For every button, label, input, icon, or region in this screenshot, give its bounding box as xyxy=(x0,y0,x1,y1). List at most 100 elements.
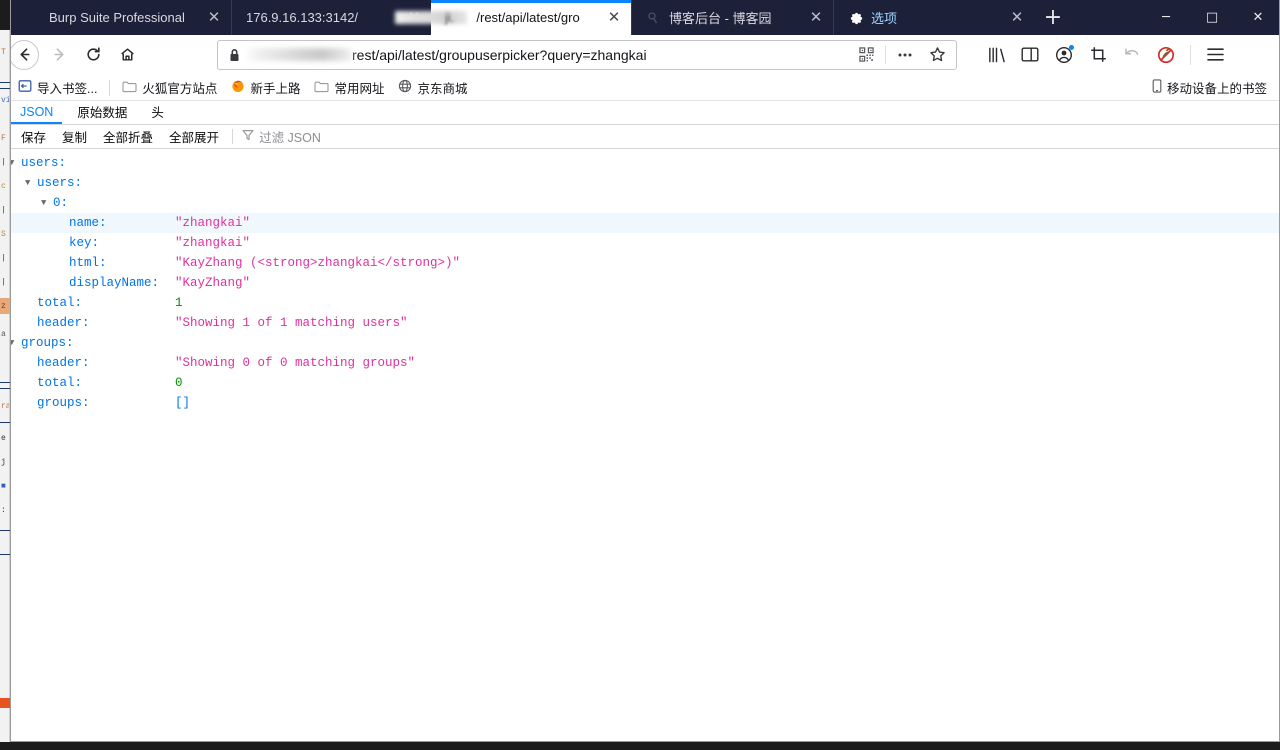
json-row-spacer: ▼ xyxy=(57,218,69,228)
blog-favicon-icon xyxy=(646,10,662,26)
globe-icon xyxy=(398,79,412,96)
json-row[interactable]: ▼groups: [] xyxy=(11,393,1279,413)
json-row-spacer: ▼ xyxy=(25,358,37,368)
bookmark-item[interactable]: 京东商城 xyxy=(391,75,474,100)
json-value: 1 xyxy=(175,296,183,310)
bookmarks-bar: 导入书签... 火狐官方站点 新手上路 常用网址 京东商城 移动设备上的书签 xyxy=(11,75,1279,101)
maximize-button[interactable]: □ xyxy=(1189,0,1235,35)
forward-arrow-icon[interactable] xyxy=(43,39,75,71)
new-tab-button[interactable]: + xyxy=(1034,0,1072,35)
json-key: users: xyxy=(37,176,83,190)
json-row[interactable]: ▼header: "Showing 1 of 1 matching users" xyxy=(11,313,1279,333)
gear-icon xyxy=(848,10,864,26)
bookmark-label: 京东商城 xyxy=(417,82,468,96)
home-icon[interactable] xyxy=(111,39,143,71)
json-row[interactable]: ▼ 0: xyxy=(11,193,1279,213)
bookmark-label: 火狐官方站点 xyxy=(142,82,218,96)
navigation-toolbar: rest/api/latest/groupuserpicker?query=zh… xyxy=(11,35,1279,75)
json-viewer-tabs: JSON 原始数据 头 xyxy=(11,101,1279,125)
sidebar-icon[interactable] xyxy=(1015,40,1045,70)
tab-close-icon[interactable]: ✕ xyxy=(605,9,623,27)
json-row[interactable]: ▼key: "zhangkai" xyxy=(11,233,1279,253)
bookmark-import-button[interactable]: 导入书签... xyxy=(11,75,104,100)
json-key: name: xyxy=(69,216,107,230)
ellipsis-icon[interactable] xyxy=(892,42,918,68)
tab-headers[interactable]: 头 xyxy=(142,101,173,124)
json-row[interactable]: ▼groups: xyxy=(11,333,1279,353)
minimize-button[interactable]: ─ xyxy=(1143,0,1189,35)
save-button[interactable]: 保存 xyxy=(13,125,54,148)
json-row[interactable]: ▼users: xyxy=(11,153,1279,173)
tab-json[interactable]: JSON xyxy=(11,101,63,124)
collapse-all-button[interactable]: 全部折叠 xyxy=(95,125,161,148)
star-icon[interactable] xyxy=(924,42,950,68)
bookmark-item[interactable]: 常用网址 xyxy=(307,75,391,100)
json-value: "zhangkai" xyxy=(175,236,251,250)
back-arrow-icon[interactable] xyxy=(11,39,39,70)
json-key: total: xyxy=(37,296,83,310)
lock-icon xyxy=(228,48,241,62)
bookmark-item[interactable]: 火狐官方站点 xyxy=(115,75,224,100)
copy-button[interactable]: 复制 xyxy=(54,125,95,148)
url-redaction xyxy=(247,48,352,61)
account-notification-dot xyxy=(1069,44,1074,50)
json-key: header: xyxy=(37,316,90,330)
disclosure-triangle-icon[interactable]: ▼ xyxy=(25,178,37,188)
json-row-spacer: ▼ xyxy=(57,258,69,268)
browser-tab[interactable]: Burp Suite Professional ✕ xyxy=(35,0,231,35)
tab-title: 博客后台 - 博客园 xyxy=(669,11,772,26)
screenshot-icon[interactable] xyxy=(1083,40,1113,70)
tab-close-icon[interactable]: ✕ xyxy=(807,9,825,27)
json-key: html: xyxy=(69,256,107,270)
browser-tab-active[interactable]: ji. /rest/api/latest/gro ✕ xyxy=(395,0,631,35)
tab-close-icon[interactable]: ✕ xyxy=(1008,9,1026,27)
url-divider xyxy=(885,45,886,64)
json-row[interactable]: ▼name: "zhangkai" xyxy=(11,213,1279,233)
disclosure-triangle-icon[interactable]: ▼ xyxy=(41,198,53,208)
json-row[interactable]: ▼total: 1 xyxy=(11,293,1279,313)
bookmark-divider xyxy=(109,79,111,96)
json-row-spacer: ▼ xyxy=(57,238,69,248)
mobile-icon xyxy=(1152,79,1162,96)
bookmark-label: 新手上路 xyxy=(250,82,301,96)
expand-all-button[interactable]: 全部展开 xyxy=(161,125,227,148)
bookmark-item[interactable]: 新手上路 xyxy=(224,75,307,100)
url-text: rest/api/latest/groupuserpicker?query=zh… xyxy=(352,46,647,63)
filter-json-input[interactable]: 过滤 JSON xyxy=(238,127,321,146)
folder-icon xyxy=(122,80,137,96)
json-row[interactable]: ▼html: "KayZhang (<strong>zhangkai</stron… xyxy=(11,253,1279,273)
bookmark-label: 移动设备上的书签 xyxy=(1166,82,1267,96)
bookmark-label: 常用网址 xyxy=(334,82,385,96)
json-row[interactable]: ▼users: xyxy=(11,173,1279,193)
disclosure-triangle-icon[interactable]: ▼ xyxy=(11,158,21,168)
tab-strip: Burp Suite Professional ✕ 176.9.16.133:3… xyxy=(11,0,1279,35)
blocked-icon[interactable] xyxy=(1151,40,1181,70)
tab-close-icon[interactable]: ✕ xyxy=(205,9,223,27)
json-row-spacer: ▼ xyxy=(57,278,69,288)
bookmark-mobile-item[interactable]: 移动设备上的书签 xyxy=(1152,78,1273,97)
library-icon[interactable] xyxy=(981,40,1011,70)
disclosure-triangle-icon[interactable]: ▼ xyxy=(11,338,21,348)
firefox-icon xyxy=(231,79,245,96)
browser-tab[interactable]: 博客后台 - 博客园 ✕ xyxy=(631,0,833,35)
undo-icon[interactable] xyxy=(1117,40,1147,70)
tab-raw-data[interactable]: 原始数据 xyxy=(68,101,136,124)
json-value: "zhangkai" xyxy=(175,216,251,230)
json-value: [] xyxy=(175,396,191,410)
json-row[interactable]: ▼total: 0 xyxy=(11,373,1279,393)
tab-title: 176.9.16.133:3142/ xyxy=(246,10,359,25)
url-bar[interactable]: rest/api/latest/groupuserpicker?query=zh… xyxy=(217,39,957,70)
account-icon[interactable] xyxy=(1049,40,1079,70)
reload-icon[interactable] xyxy=(77,39,109,71)
json-value: "KayZhang (<strong>zhangkai</strong>)" xyxy=(175,256,461,270)
qr-code-icon[interactable] xyxy=(853,42,879,68)
json-row[interactable]: ▼displayName: "KayZhang" xyxy=(11,273,1279,293)
json-value: 0 xyxy=(175,376,183,390)
hamburger-menu-icon[interactable] xyxy=(1200,40,1230,70)
import-icon xyxy=(18,79,32,96)
tab-title-redaction xyxy=(395,11,468,24)
json-key: key: xyxy=(69,236,100,250)
json-row[interactable]: ▼header: "Showing 0 of 0 matching groups" xyxy=(11,353,1279,373)
close-window-button[interactable]: ✕ xyxy=(1235,0,1279,35)
browser-tab[interactable]: 选项 ✕ xyxy=(833,0,1034,35)
